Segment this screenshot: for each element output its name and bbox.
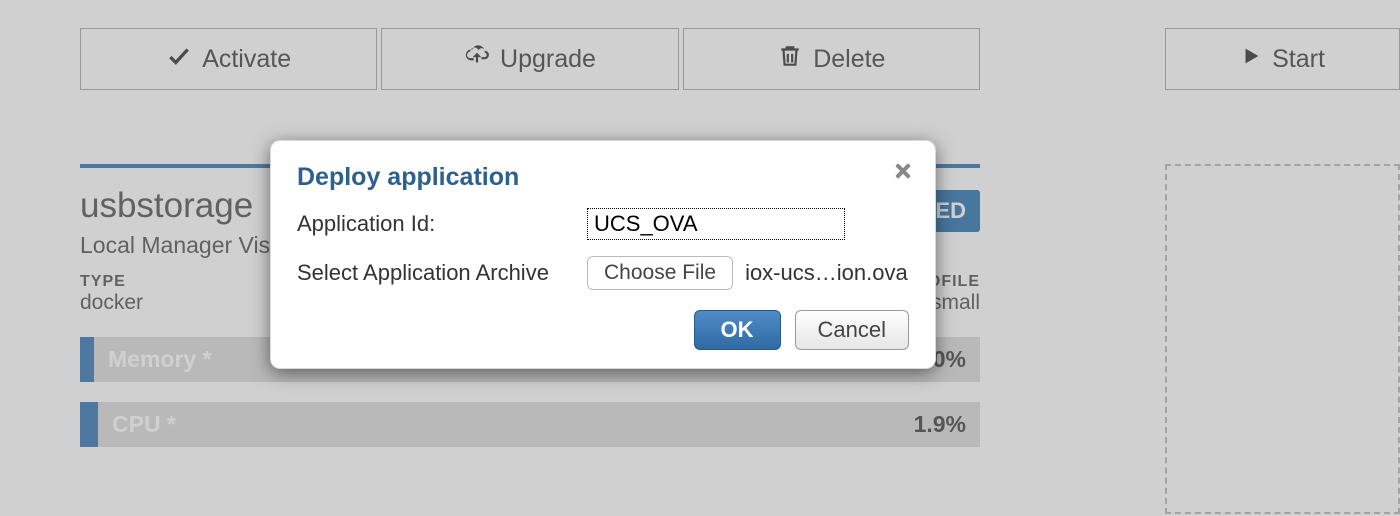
- app-id-label: Application Id:: [297, 211, 587, 237]
- app-id-input[interactable]: [587, 208, 845, 240]
- close-icon[interactable]: [891, 159, 915, 183]
- deploy-application-dialog: Deploy application Application Id: Selec…: [270, 140, 936, 369]
- archive-label: Select Application Archive: [297, 260, 587, 286]
- selected-file-name: iox-ucs…ion.ova: [745, 260, 908, 286]
- dialog-title: Deploy application: [297, 163, 909, 192]
- choose-file-button[interactable]: Choose File: [587, 256, 733, 290]
- cancel-button[interactable]: Cancel: [795, 310, 909, 350]
- ok-button[interactable]: OK: [694, 310, 781, 350]
